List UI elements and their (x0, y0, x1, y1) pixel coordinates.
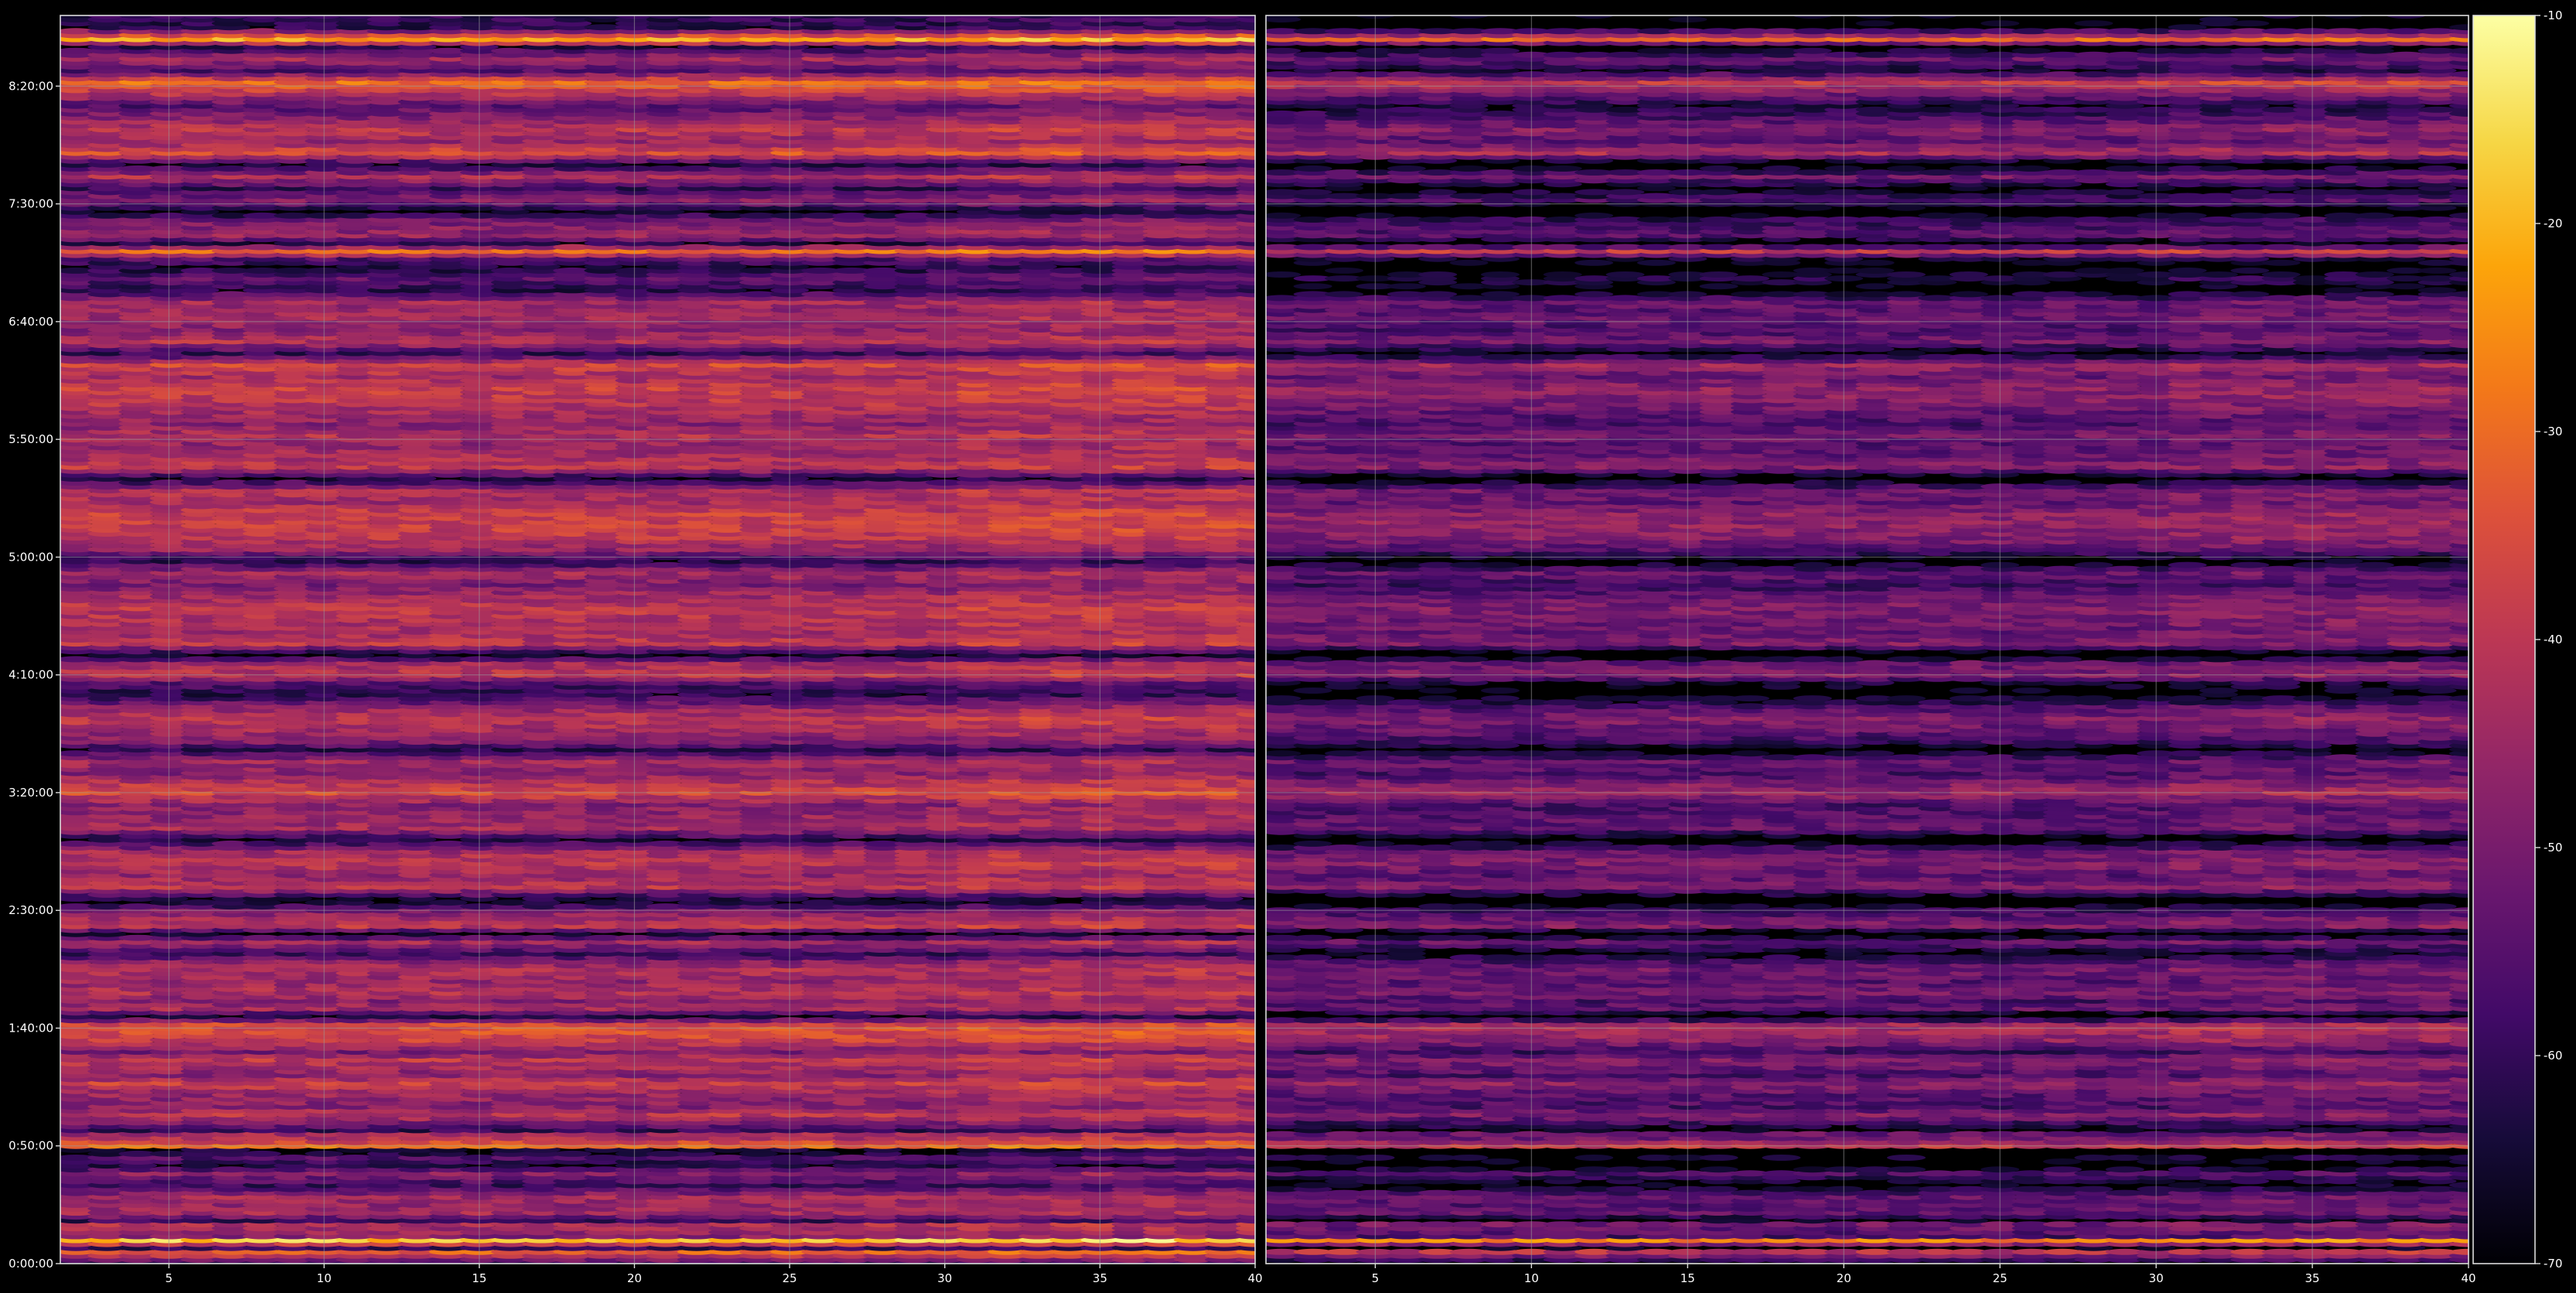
heatmap-panel-left: 5 10 15 20 25 30 35 40 (60, 15, 1263, 1285)
heatmap-cell (863, 899, 902, 906)
heatmap-cell (242, 1150, 281, 1157)
heatmap-figure: 5 10 15 20 25 30 35 40 5 10 15 20 25 30 35 40 0:00:000… (9, 9, 2562, 1285)
heatmap-cell (428, 899, 468, 906)
heatmap-cell (801, 1150, 841, 1157)
heatmap-cell (553, 1150, 592, 1157)
heatmap-cells-left (60, 15, 1255, 1264)
